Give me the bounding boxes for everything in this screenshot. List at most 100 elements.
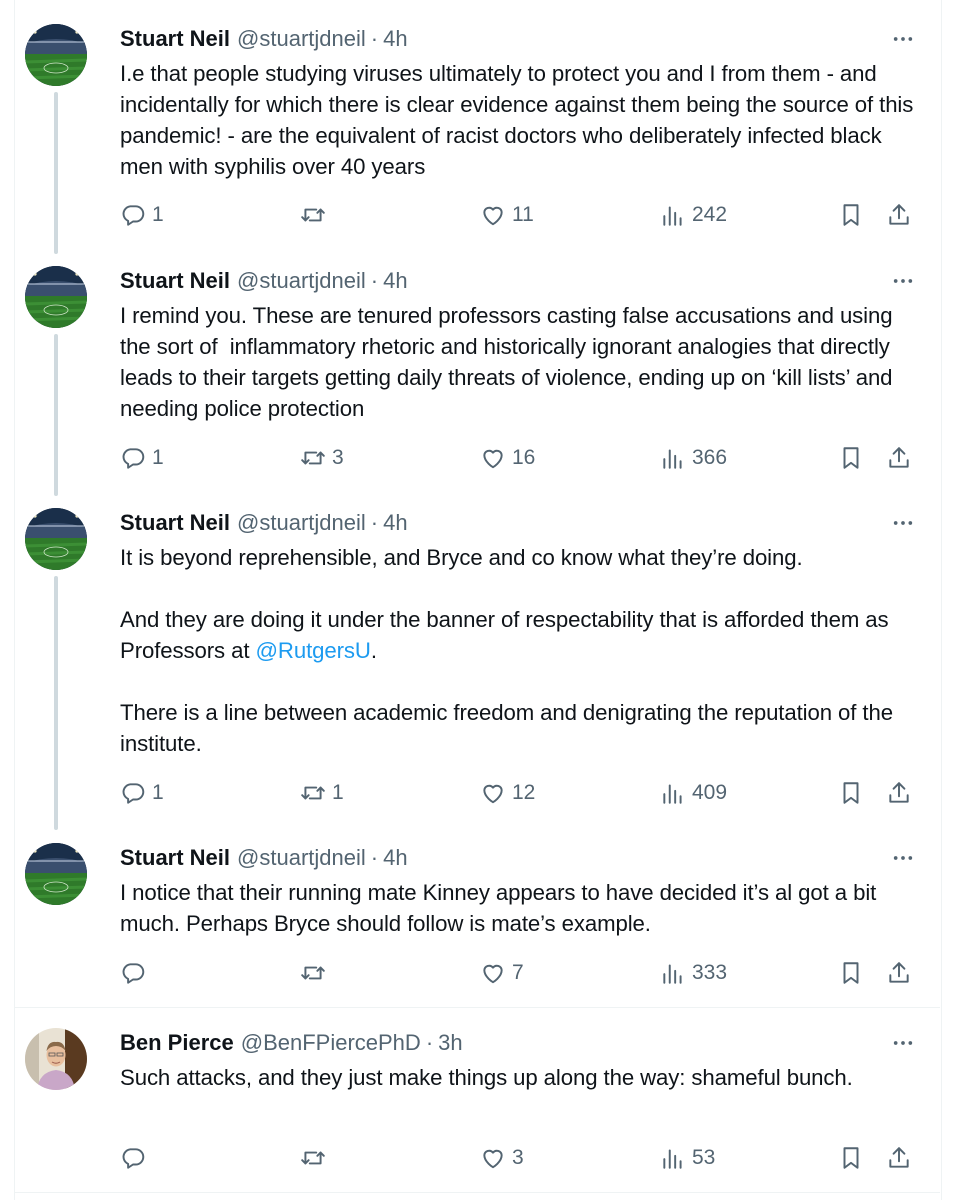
like-count: 3 [512,1146,524,1169]
bar-chart-icon [660,445,686,471]
view-count: 409 [692,781,728,804]
bookmark-button[interactable] [838,957,864,989]
separator-dot: · [370,510,379,535]
bookmark-button[interactable] [838,442,864,474]
author-name[interactable]: Stuart Neil [120,510,230,536]
like-count: 16 [512,446,536,469]
like-button[interactable]: 16 [480,442,535,474]
stadium-avatar[interactable] [25,24,87,86]
bookmark-button[interactable] [838,777,864,809]
retweet-button[interactable] [300,199,332,231]
author-handle[interactable]: @stuartjdneil [237,845,366,871]
bookmark-icon [838,1145,864,1171]
views-button[interactable]: 366 [660,442,727,474]
retweet-icon [300,202,326,228]
separator-dot: · [370,26,379,51]
share-button[interactable] [886,199,912,231]
bookmark-icon [838,960,864,986]
reply-button[interactable] [120,1142,152,1174]
reply-button[interactable]: 1 [120,442,164,474]
retweet-button[interactable]: 1 [300,777,344,809]
reply-button[interactable] [120,957,152,989]
reply-icon [120,202,146,228]
heart-icon [480,202,506,228]
like-button[interactable]: 11 [480,199,534,231]
like-button[interactable]: 3 [480,1142,524,1174]
divider [14,1007,940,1008]
separator-dot: · [370,268,379,293]
author-handle[interactable]: @BenFPiercePhD [241,1030,421,1056]
thread-line [54,92,58,254]
like-button[interactable]: 12 [480,777,535,809]
retweet-button[interactable] [300,1142,332,1174]
author-handle[interactable]: @stuartjdneil [237,26,366,52]
bar-chart-icon [660,960,686,986]
bookmark-button[interactable] [838,1142,864,1174]
more-options-icon[interactable] [888,1031,918,1055]
reply-count: 1 [152,203,164,226]
tweet-text: I.e that people studying viruses ultimat… [120,61,920,179]
share-icon [886,1145,912,1171]
author-handle[interactable]: @stuartjdneil [237,268,366,294]
views-button[interactable]: 409 [660,777,727,809]
like-count: 7 [512,961,524,984]
more-options-icon[interactable] [888,846,918,870]
share-button[interactable] [886,442,912,474]
bookmark-button[interactable] [838,199,864,231]
timestamp[interactable]: 4h [383,268,407,294]
more-options-icon[interactable] [888,27,918,51]
separator-dot: · [370,845,379,870]
more-options-icon[interactable] [888,511,918,535]
author-name[interactable]: Stuart Neil [120,845,230,871]
view-count: 366 [692,446,728,469]
retweet-button[interactable]: 3 [300,442,344,474]
tweet-text: It is beyond reprehensible, and Bryce an… [120,542,920,759]
view-count: 53 [692,1146,716,1169]
author-handle[interactable]: @stuartjdneil [237,510,366,536]
like-button[interactable]: 7 [480,957,524,989]
retweet-count: 3 [332,446,344,469]
reply-count: 1 [152,781,164,804]
bookmark-icon [838,445,864,471]
author-name[interactable]: Stuart Neil [120,26,230,52]
author-name[interactable]: Ben Pierce [120,1030,234,1056]
retweet-icon [300,445,326,471]
retweet-icon [300,960,326,986]
stadium-avatar[interactable] [25,843,87,905]
tweet-text: Such attacks, and they just make things … [120,1065,853,1090]
stadium-avatar[interactable] [25,508,87,570]
timestamp[interactable]: 4h [383,845,407,871]
reply-button[interactable]: 1 [120,777,164,809]
person-avatar[interactable] [25,1028,87,1090]
timestamp[interactable]: 3h [438,1030,462,1056]
timestamp[interactable]: 4h [383,510,407,536]
share-button[interactable] [886,777,912,809]
bookmark-icon [838,202,864,228]
timestamp[interactable]: 4h [383,26,407,52]
more-options-icon[interactable] [888,269,918,293]
heart-icon [480,445,506,471]
mention-link[interactable]: @RutgersU [255,638,370,663]
reply-button[interactable]: 1 [120,199,164,231]
views-button[interactable]: 333 [660,957,727,989]
reply-icon [120,1145,146,1171]
retweet-icon [300,780,326,806]
author-name[interactable]: Stuart Neil [120,268,230,294]
retweet-count: 1 [332,781,344,804]
share-button[interactable] [886,957,912,989]
share-icon [886,960,912,986]
reply-icon [120,960,146,986]
bar-chart-icon [660,780,686,806]
like-count: 11 [512,203,534,226]
tweet-text: I remind you. These are tenured professo… [120,303,899,421]
divider [14,1192,940,1193]
thread-line [54,576,58,830]
share-icon [886,202,912,228]
views-button[interactable]: 242 [660,199,727,231]
retweet-button[interactable] [300,957,332,989]
bookmark-icon [838,780,864,806]
thread-line [54,334,58,496]
share-button[interactable] [886,1142,912,1174]
stadium-avatar[interactable] [25,266,87,328]
views-button[interactable]: 53 [660,1142,715,1174]
